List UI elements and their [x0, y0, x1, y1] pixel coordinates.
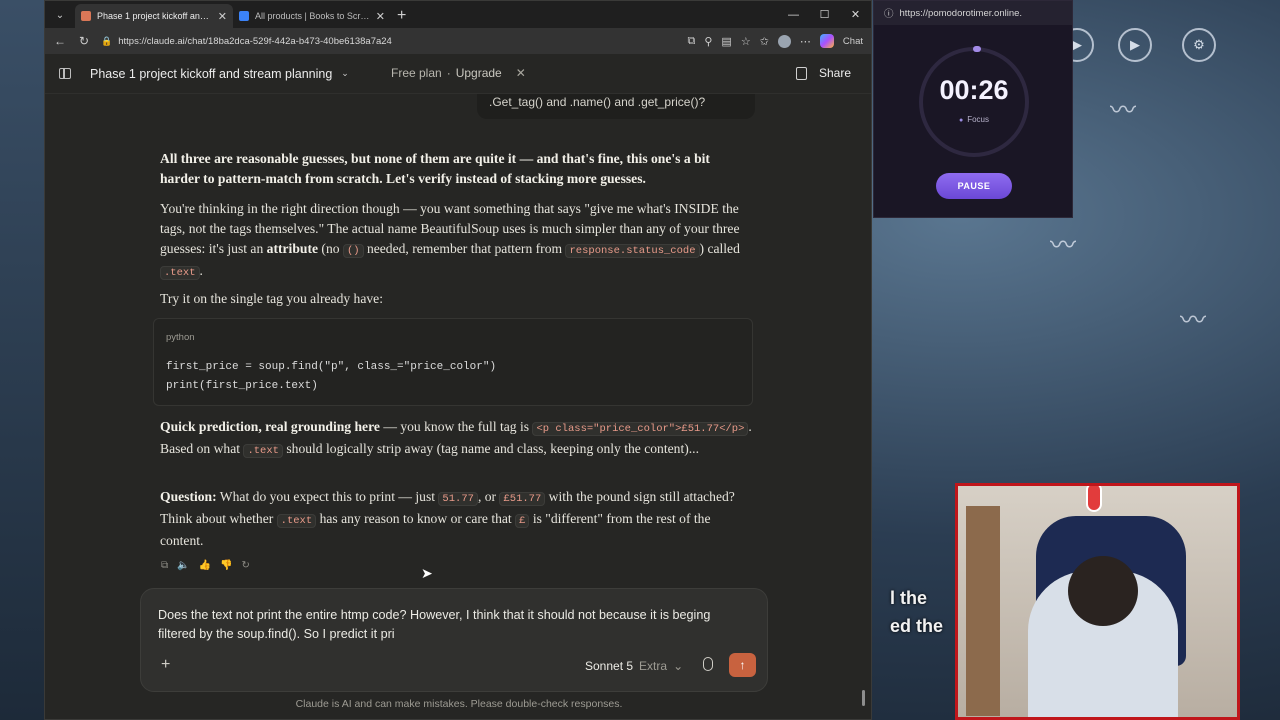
- plan-badge: Free plan · Upgrade ✕: [391, 66, 526, 80]
- chevron-down-icon: ⌄: [673, 659, 684, 673]
- microphone-prop: [1086, 486, 1102, 512]
- books-favicon-icon: [239, 11, 249, 21]
- url-text: https://claude.ai/chat/18ba2dca-529f-442…: [118, 35, 392, 47]
- disclaimer-text: Claude is AI and can make mistakes. Plea…: [295, 698, 623, 710]
- minimize-icon[interactable]: —: [778, 1, 809, 28]
- toolbar-icons: ⧉ ⚲ ▤ ☆ ✩ ⋯ Chat: [688, 34, 863, 48]
- chevron-down-icon[interactable]: ⌄: [341, 68, 349, 79]
- zoom-icon[interactable]: ⚲: [704, 35, 712, 48]
- webcam-background: [966, 506, 1000, 716]
- pomodoro-window: ⓘ https://pomodorotimer.online. 00:26 Fo…: [873, 0, 1073, 218]
- close-tab-icon[interactable]: ✕: [376, 10, 385, 23]
- timer-progress-dot: [973, 46, 981, 52]
- webcam-head: [1068, 556, 1138, 626]
- composer-input[interactable]: Does the text not print the entire htmp …: [158, 606, 748, 644]
- mouse-cursor-icon: ➤: [421, 565, 433, 581]
- tab-search-icon[interactable]: ⌄: [49, 4, 71, 26]
- back-icon[interactable]: ←: [53, 34, 67, 48]
- thumbs-down-icon[interactable]: 👎: [220, 560, 232, 571]
- timer-display: 00:26: [939, 75, 1009, 105]
- bird-decoration: 〰: [1180, 305, 1207, 335]
- settings-icon[interactable]: ⚙: [1182, 28, 1216, 62]
- scrollbar-thumb[interactable]: [862, 690, 865, 706]
- share-button[interactable]: Share: [813, 64, 857, 82]
- send-button[interactable]: ↑: [729, 653, 756, 677]
- response-paragraph: All three are reasonable guesses, but no…: [160, 151, 710, 186]
- claude-header: Phase 1 project kickoff and stream plann…: [45, 54, 871, 94]
- site-info-icon: ⓘ: [884, 9, 894, 20]
- read-aloud-icon[interactable]: 🔈: [177, 560, 189, 571]
- tab-claude[interactable]: Phase 1 project kickoff and stream ✕: [75, 4, 233, 28]
- profile-avatar[interactable]: [777, 34, 791, 48]
- tab-books-to-scrape[interactable]: All products | Books to Scrape - S ✕: [233, 4, 391, 28]
- overlay-caption-line2: ed the: [890, 616, 944, 636]
- model-selector[interactable]: Sonnet 5 Extra ⌄: [585, 659, 683, 673]
- play-icon[interactable]: ▶: [1118, 28, 1152, 62]
- favorite-icon[interactable]: ☆: [741, 35, 751, 48]
- sidebar-toggle-icon[interactable]: [59, 68, 71, 79]
- browser-window: ⌄ Phase 1 project kickoff and stream ✕ A…: [44, 0, 872, 720]
- response-paragraph: Quick prediction, real grounding here — …: [160, 419, 752, 458]
- tab-title: Phase 1 project kickoff and stream: [97, 11, 212, 21]
- site-info-icon[interactable]: 🔒: [101, 36, 112, 47]
- desktop-edge: [0, 0, 44, 720]
- close-window-icon[interactable]: ✕: [840, 1, 871, 28]
- message-composer[interactable]: Does the text not print the entire htmp …: [140, 588, 768, 692]
- tab-title: All products | Books to Scrape - S: [255, 11, 370, 21]
- retry-icon[interactable]: ↻: [242, 560, 250, 571]
- model-name: Sonnet 5: [585, 659, 634, 673]
- bird-decoration: 〰: [1050, 230, 1077, 260]
- microphone-icon[interactable]: [703, 657, 713, 671]
- pomodoro-url: https://pomodorotimer.online.: [899, 7, 1023, 19]
- more-menu-icon[interactable]: ⋯: [800, 35, 811, 48]
- pause-button[interactable]: PAUSE: [936, 173, 1012, 199]
- previous-user-message: .Get_tag() and .name() and .get_price()?: [477, 94, 755, 119]
- response-paragraph: Try it on the single tag you already hav…: [160, 291, 383, 306]
- upgrade-link[interactable]: Upgrade: [456, 66, 502, 80]
- url-field[interactable]: 🔒 https://claude.ai/chat/18ba2dca-529f-4…: [101, 36, 678, 47]
- webcam-feed: [955, 483, 1240, 720]
- code-line: first_price = soup.find("p", class_="pri…: [166, 361, 497, 373]
- message-actions: ⧉ 🔈 👍 👎 ↻: [161, 560, 250, 571]
- response-paragraph: Question: What do you expect this to pri…: [160, 489, 735, 548]
- maximize-icon[interactable]: ☐: [809, 1, 840, 28]
- dismiss-plan-icon[interactable]: ✕: [516, 66, 526, 80]
- code-line: print(first_price.text): [166, 380, 318, 392]
- copy-icon[interactable]: ⧉: [161, 560, 168, 571]
- arrow-up-icon: ↑: [739, 658, 746, 672]
- timer-mode: Focus: [874, 115, 1074, 124]
- install-app-icon[interactable]: ⧉: [688, 35, 696, 48]
- chat-area: .Get_tag() and .name() and .get_price()?…: [45, 94, 873, 720]
- copilot-chat-button[interactable]: Chat: [843, 36, 863, 47]
- code-content: first_price = soup.find("p", class_="pri…: [166, 358, 496, 396]
- document-icon[interactable]: [796, 67, 807, 80]
- window-controls: — ☐ ✕: [778, 1, 871, 28]
- bird-decoration: 〰: [1110, 95, 1137, 125]
- code-block: python first_price = soup.find("p", clas…: [153, 318, 753, 406]
- response-paragraph: You're thinking in the right direction t…: [160, 201, 740, 280]
- copilot-icon[interactable]: [819, 34, 834, 48]
- tab-bar: ⌄ Phase 1 project kickoff and stream ✕ A…: [45, 1, 871, 28]
- add-attachment-icon[interactable]: +: [161, 656, 170, 674]
- claude-favicon-icon: [81, 11, 91, 21]
- thumbs-up-icon[interactable]: 👍: [199, 560, 211, 571]
- overlay-caption-line1: l the: [890, 588, 928, 608]
- address-bar: ← ↻ 🔒 https://claude.ai/chat/18ba2dca-52…: [45, 28, 871, 54]
- conversation-title[interactable]: Phase 1 project kickoff and stream plann…: [90, 67, 332, 81]
- plan-separator: ·: [446, 66, 451, 80]
- code-language-label: python: [166, 332, 195, 343]
- new-tab-icon[interactable]: +: [397, 7, 406, 25]
- close-tab-icon[interactable]: ✕: [218, 10, 227, 23]
- reader-icon[interactable]: ▤: [721, 35, 731, 48]
- plan-label: Free plan: [391, 66, 442, 80]
- effort-level: Extra: [639, 659, 668, 673]
- favorites-bar-icon[interactable]: ✩: [760, 35, 769, 48]
- pomodoro-url-bar: ⓘ https://pomodorotimer.online.: [874, 1, 1072, 25]
- refresh-icon[interactable]: ↻: [77, 34, 91, 48]
